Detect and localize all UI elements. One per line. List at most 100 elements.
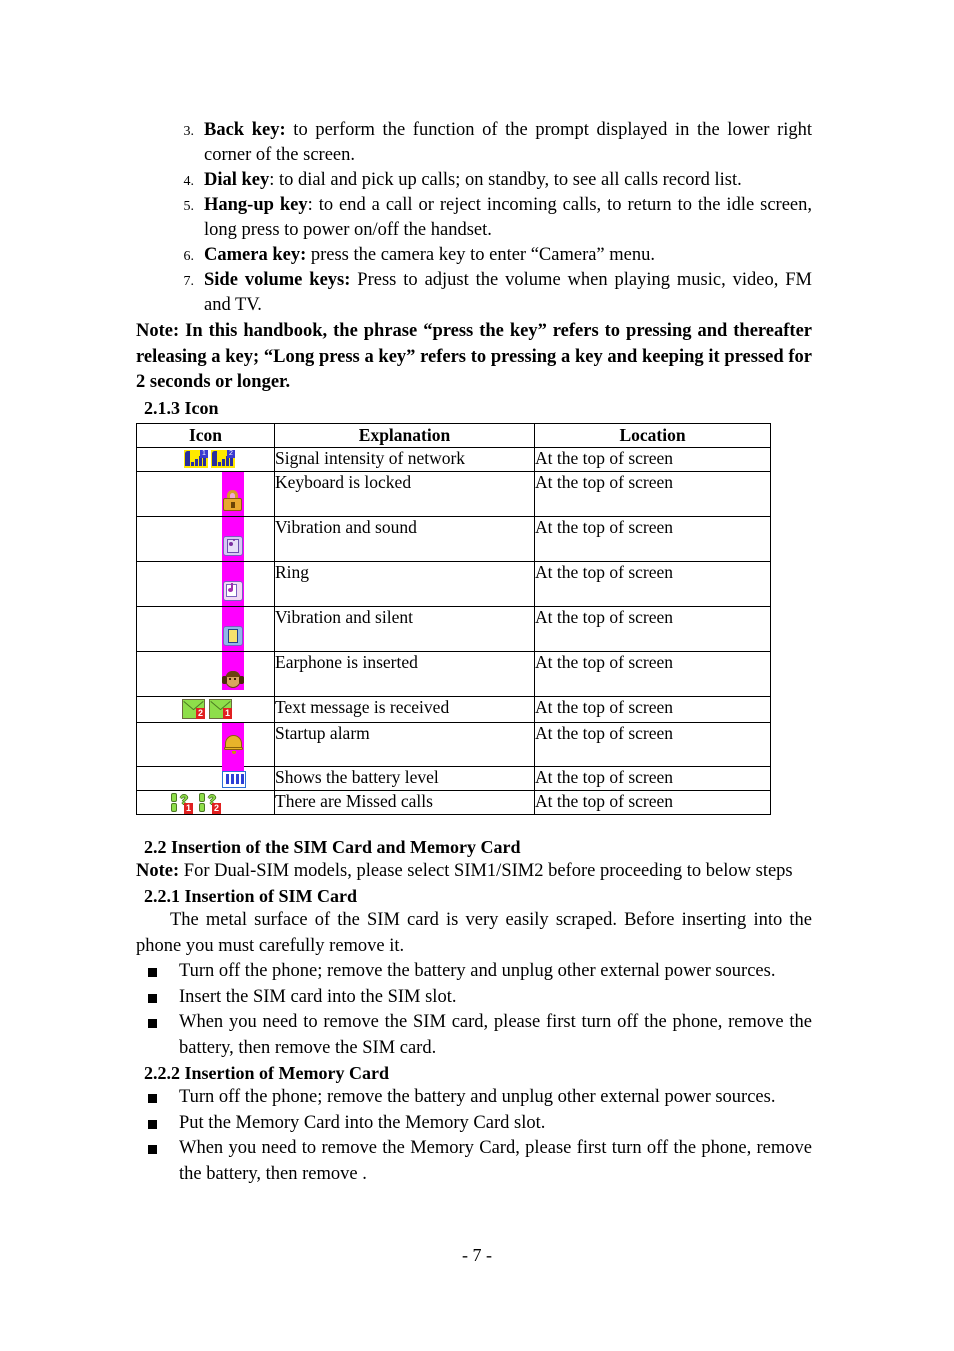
list-item: Turn off the phone; remove the battery a… [136, 959, 812, 985]
icon-cell: ? 1 ? 2 [136, 789, 275, 815]
vibration-and-silent-icon [223, 625, 243, 651]
column-header-explanation: Explanation [274, 422, 535, 448]
location-cell: At the top of screen [534, 765, 771, 791]
memory-steps-list: Turn off the phone; remove the battery a… [136, 1085, 812, 1187]
sim-steps-list: Turn off the phone; remove the battery a… [136, 959, 812, 1061]
sim-memory-section: 2.2 Insertion of the SIM Card and Memory… [136, 835, 812, 1188]
list-item: When you need to remove the Memory Card,… [136, 1136, 812, 1187]
explanation-cell: Ring [274, 560, 535, 607]
list-number: 6. [183, 249, 195, 264]
icon-cell: 2 1 [136, 695, 275, 724]
location-cell: At the top of screen [534, 721, 771, 767]
table-row: Vibration and silent At the top of scree… [136, 605, 771, 652]
text-message-icon: 2 [175, 698, 212, 724]
table-row: ? 1 ? 2 There are Missed calls At the top … [136, 789, 771, 815]
table-row: Shows the battery level At the top of sc… [136, 765, 771, 791]
table-row: Startup alarm At the top of screen [136, 721, 771, 767]
list-item: When you need to remove the SIM card, pl… [136, 1010, 812, 1061]
table-row: 2 1 Text message is received At the top … [136, 695, 771, 724]
key-text: : to dial and pick up calls; on standby,… [269, 170, 742, 190]
list-item: Turn off the phone; remove the battery a… [136, 1085, 812, 1111]
keypad-lock-icon [223, 489, 242, 516]
section-heading-icon: 2.1.3 Icon [144, 397, 219, 418]
list-item: 3. Back key: to perform the function of t… [136, 118, 813, 168]
explanation-cell: Shows the battery level [274, 765, 535, 791]
location-cell: At the top of screen [534, 650, 771, 697]
icon-cell [136, 560, 275, 607]
note-text: For Dual-SIM models, please select SIM1/… [179, 860, 793, 881]
bullet-square-icon [148, 1094, 157, 1103]
icon-cell [136, 650, 275, 697]
icon-reference-table: Icon Explanation Location 1 2 Signal int… [136, 422, 771, 815]
table-row: Keyboard is locked At the top of screen [136, 470, 771, 517]
explanation-cell: Earphone is inserted [274, 650, 535, 697]
explanation-cell: Vibration and silent [274, 605, 535, 652]
bullet-text: Turn off the phone; remove the battery a… [179, 1087, 776, 1107]
bullet-square-icon [148, 1145, 157, 1154]
bullet-text: When you need to remove the SIM card, pl… [179, 1012, 812, 1058]
list-item: 7. Side volume keys: Press to adjust the … [136, 268, 813, 318]
location-cell: At the top of screen [534, 789, 771, 815]
signal-strength-icon-sim2: 2 [211, 449, 235, 468]
icon-cell: 1 2 [136, 446, 275, 472]
table-row: Vibration and sound At the top of screen [136, 515, 771, 562]
sim-intro-paragraph: The metal surface of the SIM card is ver… [136, 910, 812, 956]
text-message-icon-second: 1 [202, 698, 239, 724]
location-cell: At the top of screen [534, 446, 771, 472]
missed-calls-icon: ? 1 [171, 792, 193, 818]
bullet-square-icon [148, 968, 157, 977]
key-text: to perform the function of the prompt di… [204, 120, 813, 165]
explanation-cell: Startup alarm [274, 721, 535, 767]
location-cell: At the top of screen [534, 560, 771, 607]
explanation-cell: Text message is received [274, 695, 535, 723]
location-cell: At the top of screen [534, 470, 771, 517]
note-label: Note: [136, 860, 180, 881]
list-item: 6. Camera key: press the camera key to en… [136, 243, 812, 268]
list-number: 3. [183, 124, 195, 139]
section-heading-memory-insertion: 2.2.2 Insertion of Memory Card [144, 1063, 389, 1083]
icon-cell [136, 721, 275, 767]
icon-cell [136, 515, 275, 562]
column-header-icon: Icon [136, 422, 275, 448]
location-cell: At the top of screen [534, 515, 771, 562]
bullet-square-icon [148, 1119, 157, 1129]
bullet-text: When you need to remove the Memory Card,… [179, 1138, 812, 1184]
bullet-text: Insert the SIM card into the SIM slot. [179, 986, 457, 1007]
page-footer: - 7 - [0, 1245, 954, 1266]
missed-calls-icon-second: ? 2 [199, 792, 221, 818]
explanation-cell: There are Missed calls [274, 789, 535, 815]
icon-cell [136, 605, 275, 652]
key-term: Side volume keys: [204, 270, 351, 290]
handbook-note-paragraph: Note: In this handbook, the phrase “pres… [136, 321, 812, 392]
document-page: 3. Back key: to perform the function of t… [136, 118, 812, 1187]
list-number: 5. [183, 199, 195, 214]
table-row: 1 2 Signal intensity of network At the t… [136, 446, 771, 472]
explanation-cell: Signal intensity of network [274, 446, 535, 472]
key-term: Back key: [204, 120, 286, 140]
location-cell: At the top of screen [534, 605, 771, 652]
list-item: 5. Hang-up key: to end a call or reject i… [136, 193, 813, 243]
table-row: Earphone is inserted At the top of scree… [136, 650, 771, 697]
key-description-list: 3. Back key: to perform the function of t… [136, 118, 813, 318]
explanation-cell: Vibration and sound [274, 515, 535, 562]
location-cell: At the top of screen [534, 695, 771, 723]
bullet-square-icon [148, 1019, 157, 1028]
dual-sim-note: Note: For Dual-SIM models, please select… [136, 859, 812, 885]
bullet-square-icon [148, 993, 157, 1003]
table-header-row: Icon Explanation Location [136, 422, 771, 448]
key-text: press the camera key to enter “Camera” m… [306, 245, 655, 265]
page-number: - 7 - [462, 1245, 492, 1265]
vibration-and-sound-icon [223, 535, 243, 561]
bullet-text: Turn off the phone; remove the battery a… [179, 961, 776, 981]
message-count-badge: 1 [222, 707, 232, 719]
icon-cell [136, 470, 275, 517]
icon-cell [136, 765, 275, 791]
signal-strength-icon: 1 [184, 449, 208, 468]
key-term: Camera key: [204, 245, 307, 265]
list-item: 4. Dial key: to dial and pick up calls; o… [136, 168, 812, 193]
startup-alarm-bell-icon [224, 733, 243, 759]
earphone-icon [222, 669, 244, 695]
list-number: 4. [183, 174, 195, 189]
key-term: Dial key [204, 170, 270, 190]
ring-icon [223, 580, 243, 606]
